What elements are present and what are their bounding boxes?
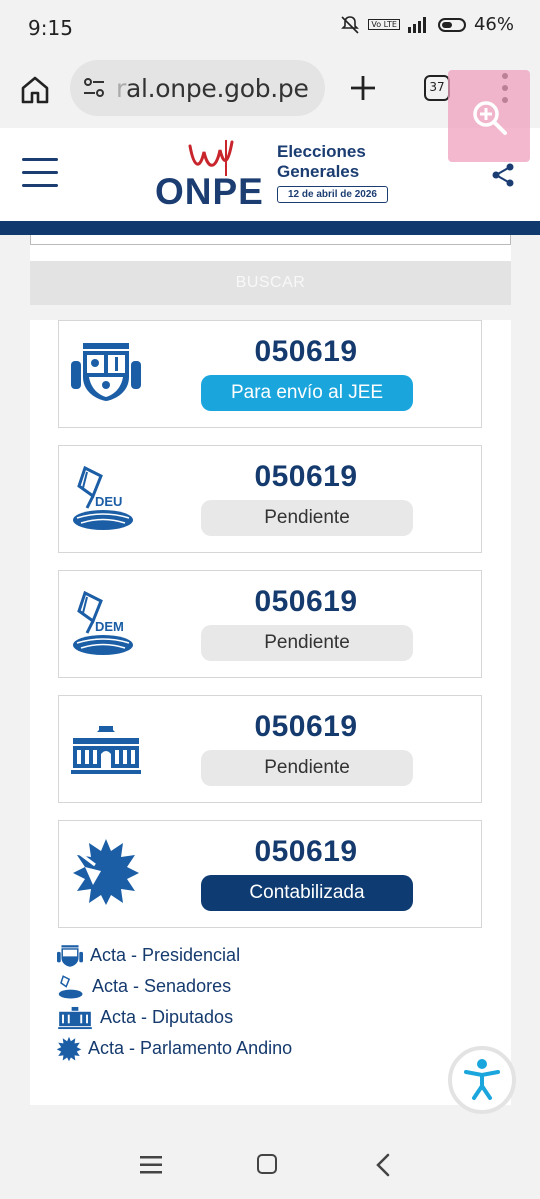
onpe-logo-text: ONPE xyxy=(155,171,264,212)
accessibility-button[interactable] xyxy=(448,1046,516,1114)
legend: Acta - Presidencial Acta - Senadores Act… xyxy=(56,940,292,1064)
status-time: 9:15 xyxy=(28,16,73,40)
header-stripe xyxy=(0,221,540,235)
election-date-badge: 12 de abril de 2026 xyxy=(277,186,388,203)
acta-number: 050619 xyxy=(254,835,358,868)
legend-item-senadores: Acta - Senadores xyxy=(56,971,292,1002)
legend-item-presidencial: Acta - Presidencial xyxy=(56,940,292,971)
address-bar[interactable]: ral.onpe.gob.pe xyxy=(70,60,325,116)
legend-item-parlamento-andino: Acta - Parlamento Andino xyxy=(56,1033,292,1064)
elecciones-line1: Elecciones xyxy=(277,142,366,161)
senadores-icon xyxy=(58,974,83,999)
volte-badge: Vo LTE xyxy=(368,19,400,30)
svg-text:DEM: DEM xyxy=(95,619,124,634)
status-badge: Pendiente xyxy=(201,750,413,786)
deu-ballot-icon: DEU xyxy=(73,465,133,530)
acta-card-dem[interactable]: DEM 050619 Pendiente xyxy=(58,570,482,678)
system-nav-bar xyxy=(0,1130,540,1199)
parlamento-andino-icon xyxy=(56,1036,82,1061)
battery-percent: 46% xyxy=(473,14,514,35)
congreso-building-icon xyxy=(71,726,141,774)
notifications-off-icon xyxy=(341,15,360,34)
home-icon[interactable] xyxy=(18,73,52,107)
legend-item-diputados: Acta - Diputados xyxy=(56,1002,292,1033)
zoom-overlay-button[interactable] xyxy=(448,70,530,162)
elecciones-generales-title: Elecciones Generales xyxy=(277,142,366,182)
parlamento-andino-icon xyxy=(73,839,139,905)
status-bar: 9:15 Vo LTE 46% xyxy=(0,0,540,55)
elecciones-line2: Generales xyxy=(277,162,360,181)
acta-number: 050619 xyxy=(254,585,358,618)
back-icon[interactable] xyxy=(375,1153,391,1177)
legend-label: Acta - Senadores xyxy=(92,976,232,996)
nav-home-icon[interactable] xyxy=(257,1154,277,1174)
status-badge: Pendiente xyxy=(201,625,413,661)
status-badge: Contabilizada xyxy=(201,875,413,911)
acta-card-deu[interactable]: DEU 050619 Pendiente xyxy=(58,445,482,553)
acta-number: 050619 xyxy=(254,335,358,368)
site-settings-icon[interactable] xyxy=(82,77,106,99)
new-tab-icon[interactable] xyxy=(348,73,378,103)
acta-number: 050619 xyxy=(254,710,358,743)
status-icons: Vo LTE 46% xyxy=(340,14,514,35)
recent-apps-icon[interactable] xyxy=(140,1156,162,1174)
search-input[interactable] xyxy=(30,235,511,245)
acta-card-diputados[interactable]: 050619 Pendiente xyxy=(58,695,482,803)
divider xyxy=(30,305,511,320)
main-content: BUSCAR 050619 Para envío al JEE DEU 0506… xyxy=(30,235,511,1105)
status-badge: Para envío al JEE xyxy=(201,375,413,411)
acta-card-presidencial[interactable]: 050619 Para envío al JEE xyxy=(58,320,482,428)
escudo-presidencial-icon xyxy=(57,944,83,967)
hamburger-menu-icon[interactable] xyxy=(22,158,58,188)
tab-switcher-button[interactable]: 37 xyxy=(424,75,450,101)
legend-label: Acta - Parlamento Andino xyxy=(88,1038,293,1058)
escudo-presidencial-icon xyxy=(71,343,141,401)
accessibility-icon xyxy=(456,1054,508,1106)
dem-ballot-icon: DEM xyxy=(73,590,133,655)
legend-label: Acta - Presidencial xyxy=(90,945,241,965)
svg-text:DEU: DEU xyxy=(95,494,122,509)
acta-card-parlamento-andino[interactable]: 050619 Contabilizada xyxy=(58,820,482,928)
battery-icon xyxy=(437,17,466,32)
status-badge: Pendiente xyxy=(201,500,413,536)
diputados-icon xyxy=(58,1006,92,1029)
search-button[interactable]: BUSCAR xyxy=(30,261,511,305)
share-icon[interactable] xyxy=(490,162,516,188)
zoom-in-icon[interactable] xyxy=(470,98,510,138)
url-text[interactable]: ral.onpe.gob.pe xyxy=(116,74,309,103)
signal-icon xyxy=(407,16,426,33)
acta-number: 050619 xyxy=(254,460,358,493)
legend-label: Acta - Diputados xyxy=(100,1007,234,1027)
